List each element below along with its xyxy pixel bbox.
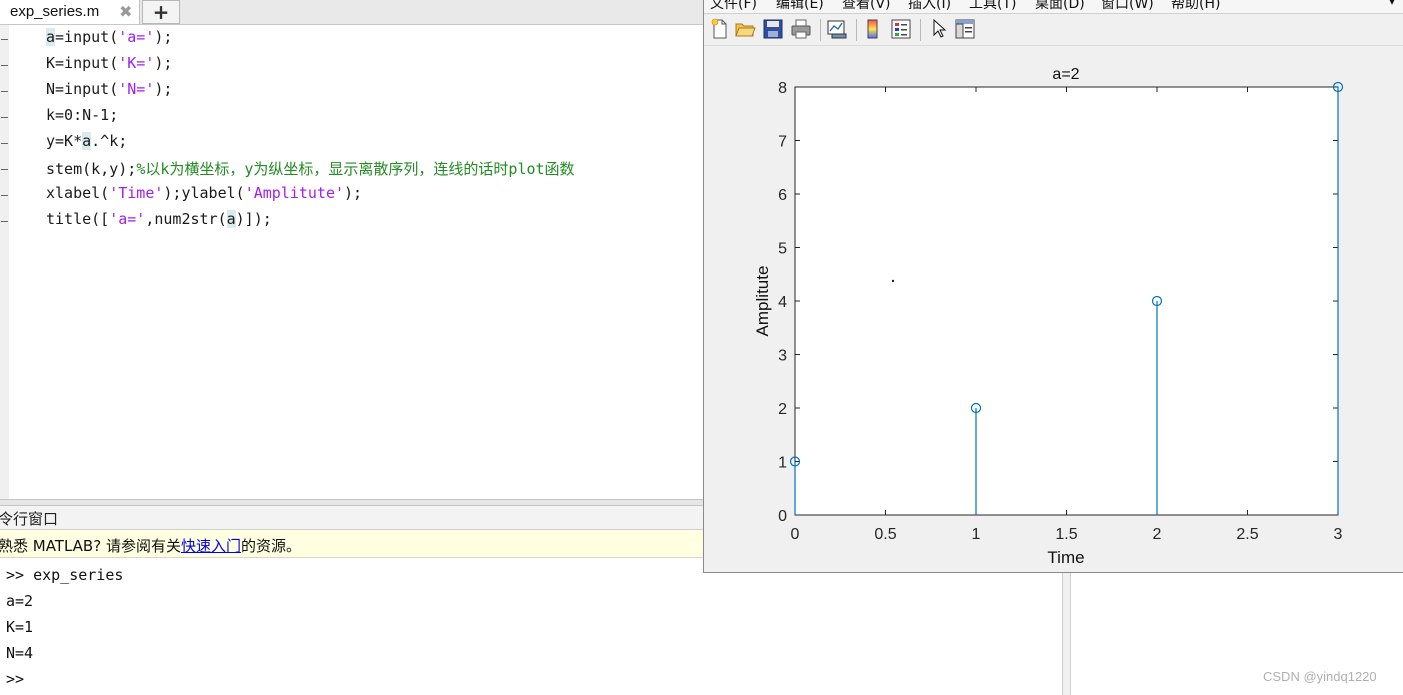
- y-tick-label: 8: [778, 80, 787, 97]
- breakpoint-dash[interactable]: [1, 91, 8, 92]
- code-token: =input(: [55, 28, 119, 46]
- add-tab-button[interactable]: +: [142, 0, 180, 24]
- figure-window: ▾ 文件(F) 编辑(E) 查看(V) 插入(I) 工具(T) 桌面(D) 窗口(W) 帮助(…: [703, 0, 1403, 573]
- command-output-line: K=1: [6, 618, 34, 636]
- watermark: CSDN @yindq1220: [1263, 669, 1377, 684]
- editor-tab-label: exp_series.m: [10, 3, 100, 20]
- code-editor[interactable]: a=input('a='); K=input('K='); N=input('N='…: [0, 25, 703, 499]
- code-token: title([: [46, 210, 110, 228]
- code-token: )]);: [235, 210, 272, 228]
- code-token: a: [82, 132, 92, 150]
- code-token: K=input(: [46, 54, 119, 72]
- breakpoint-dash[interactable]: [1, 143, 8, 144]
- breakpoint-dash[interactable]: [1, 221, 8, 222]
- y-tick-label: 5: [778, 241, 787, 258]
- editor-tab-bar: exp_series.m ✖ +: [0, 0, 703, 25]
- code-token: );: [154, 54, 173, 72]
- x-tick-label: 2.5: [1236, 526, 1258, 543]
- code-token: a: [46, 28, 56, 46]
- code-line: xlabel('Time');ylabel('Amplitute');: [46, 184, 362, 206]
- code-token: );: [344, 184, 363, 202]
- y-tick-label: 4: [778, 294, 787, 311]
- banner-prefix: 熟悉 MATLAB? 请参阅有关: [0, 537, 181, 555]
- code-token: 'a=': [118, 28, 155, 46]
- x-tick-label: 1: [972, 526, 981, 543]
- code-line: k=0:N-1;: [46, 106, 118, 128]
- y-tick-label: 7: [778, 134, 787, 151]
- breakpoint-dash[interactable]: [1, 117, 8, 118]
- y-tick-label: 1: [778, 455, 787, 472]
- x-tick-label: 0.5: [874, 526, 896, 543]
- code-token: 'K=': [118, 54, 155, 72]
- x-tick-label: 1.5: [1055, 526, 1077, 543]
- code-token: xlabel(: [46, 184, 110, 202]
- breakpoint-dash[interactable]: [1, 195, 8, 196]
- banner-suffix: 的资源。: [240, 537, 301, 555]
- breakpoint-dash[interactable]: [1, 65, 8, 66]
- command-output-line: >> exp_series: [6, 566, 124, 584]
- code-line: title(['a=',num2str(a)]);: [46, 210, 272, 232]
- command-output-line: N=4: [6, 644, 34, 662]
- code-token: 'Amplitute': [244, 184, 345, 202]
- editor-tab-exp-series[interactable]: exp_series.m ✖: [0, 0, 140, 24]
- command-output-line: a=2: [6, 592, 34, 610]
- x-tick-label: 3: [1334, 526, 1343, 543]
- y-tick-label: 0: [778, 508, 787, 525]
- code-token: ,num2str(: [145, 210, 227, 228]
- command-window-body[interactable]: >> exp_series a=2 K=1 N=4 >>: [0, 558, 1062, 695]
- banner-text: 熟悉 MATLAB? 请参阅有关快速入门的资源。: [0, 535, 301, 556]
- command-window-scrollbar[interactable]: [1062, 558, 1071, 695]
- code-token: y=K*: [46, 132, 83, 150]
- code-token: stem(k,y);: [46, 160, 137, 178]
- breakpoint-dash[interactable]: [1, 169, 8, 170]
- y-tick-label: 3: [778, 348, 787, 365]
- plot-axes-box: [794, 86, 1339, 516]
- code-line: K=input('K=');: [46, 54, 172, 76]
- code-token: k=0:N-1;: [46, 106, 119, 124]
- x-tick-label: 2: [1153, 526, 1162, 543]
- y-tick-label: 2: [778, 401, 787, 418]
- stem-plot[interactable]: 0 1 2 3 4 5 6 7 8 0 0.5 1 1.5 2 2.5 3 a=2 Time Amplitu…: [704, 0, 1403, 573]
- code-token: %以k为横坐标，y为纵坐标，显示离散序列，连线的话时plot函数: [136, 160, 575, 178]
- breakpoint-dash[interactable]: [1, 39, 8, 40]
- code-token: 'Time': [109, 184, 164, 202]
- stray-dot: [891, 279, 895, 283]
- code-line: y=K*a.^k;: [46, 132, 127, 154]
- code-token: 'N=': [118, 80, 155, 98]
- y-axis-label: Amplitute: [753, 266, 772, 337]
- quick-start-link[interactable]: 快速入门: [181, 537, 241, 555]
- close-icon[interactable]: ✖: [119, 2, 132, 21]
- code-line: a=input('a=');: [46, 28, 172, 50]
- x-axis-label: Time: [1047, 548, 1084, 567]
- x-tick-label: 0: [791, 526, 800, 543]
- y-tick-label: 6: [778, 187, 787, 204]
- command-output-line: >>: [6, 670, 25, 688]
- editor-gutter: [0, 25, 9, 499]
- code-token: 'a=': [109, 210, 146, 228]
- code-line: stem(k,y);%以k为横坐标，y为纵坐标，显示离散序列，连线的话时plot…: [46, 158, 575, 180]
- code-line: N=input('N=');: [46, 80, 172, 102]
- code-token: .^k;: [91, 132, 128, 150]
- code-token: );: [154, 28, 173, 46]
- code-token: );: [154, 80, 173, 98]
- code-token: a: [226, 210, 236, 228]
- plot-title: a=2: [1052, 66, 1079, 83]
- code-token: );ylabel(: [163, 184, 245, 202]
- command-window-title: 令行窗口: [0, 510, 59, 528]
- code-token: N=input(: [46, 80, 119, 98]
